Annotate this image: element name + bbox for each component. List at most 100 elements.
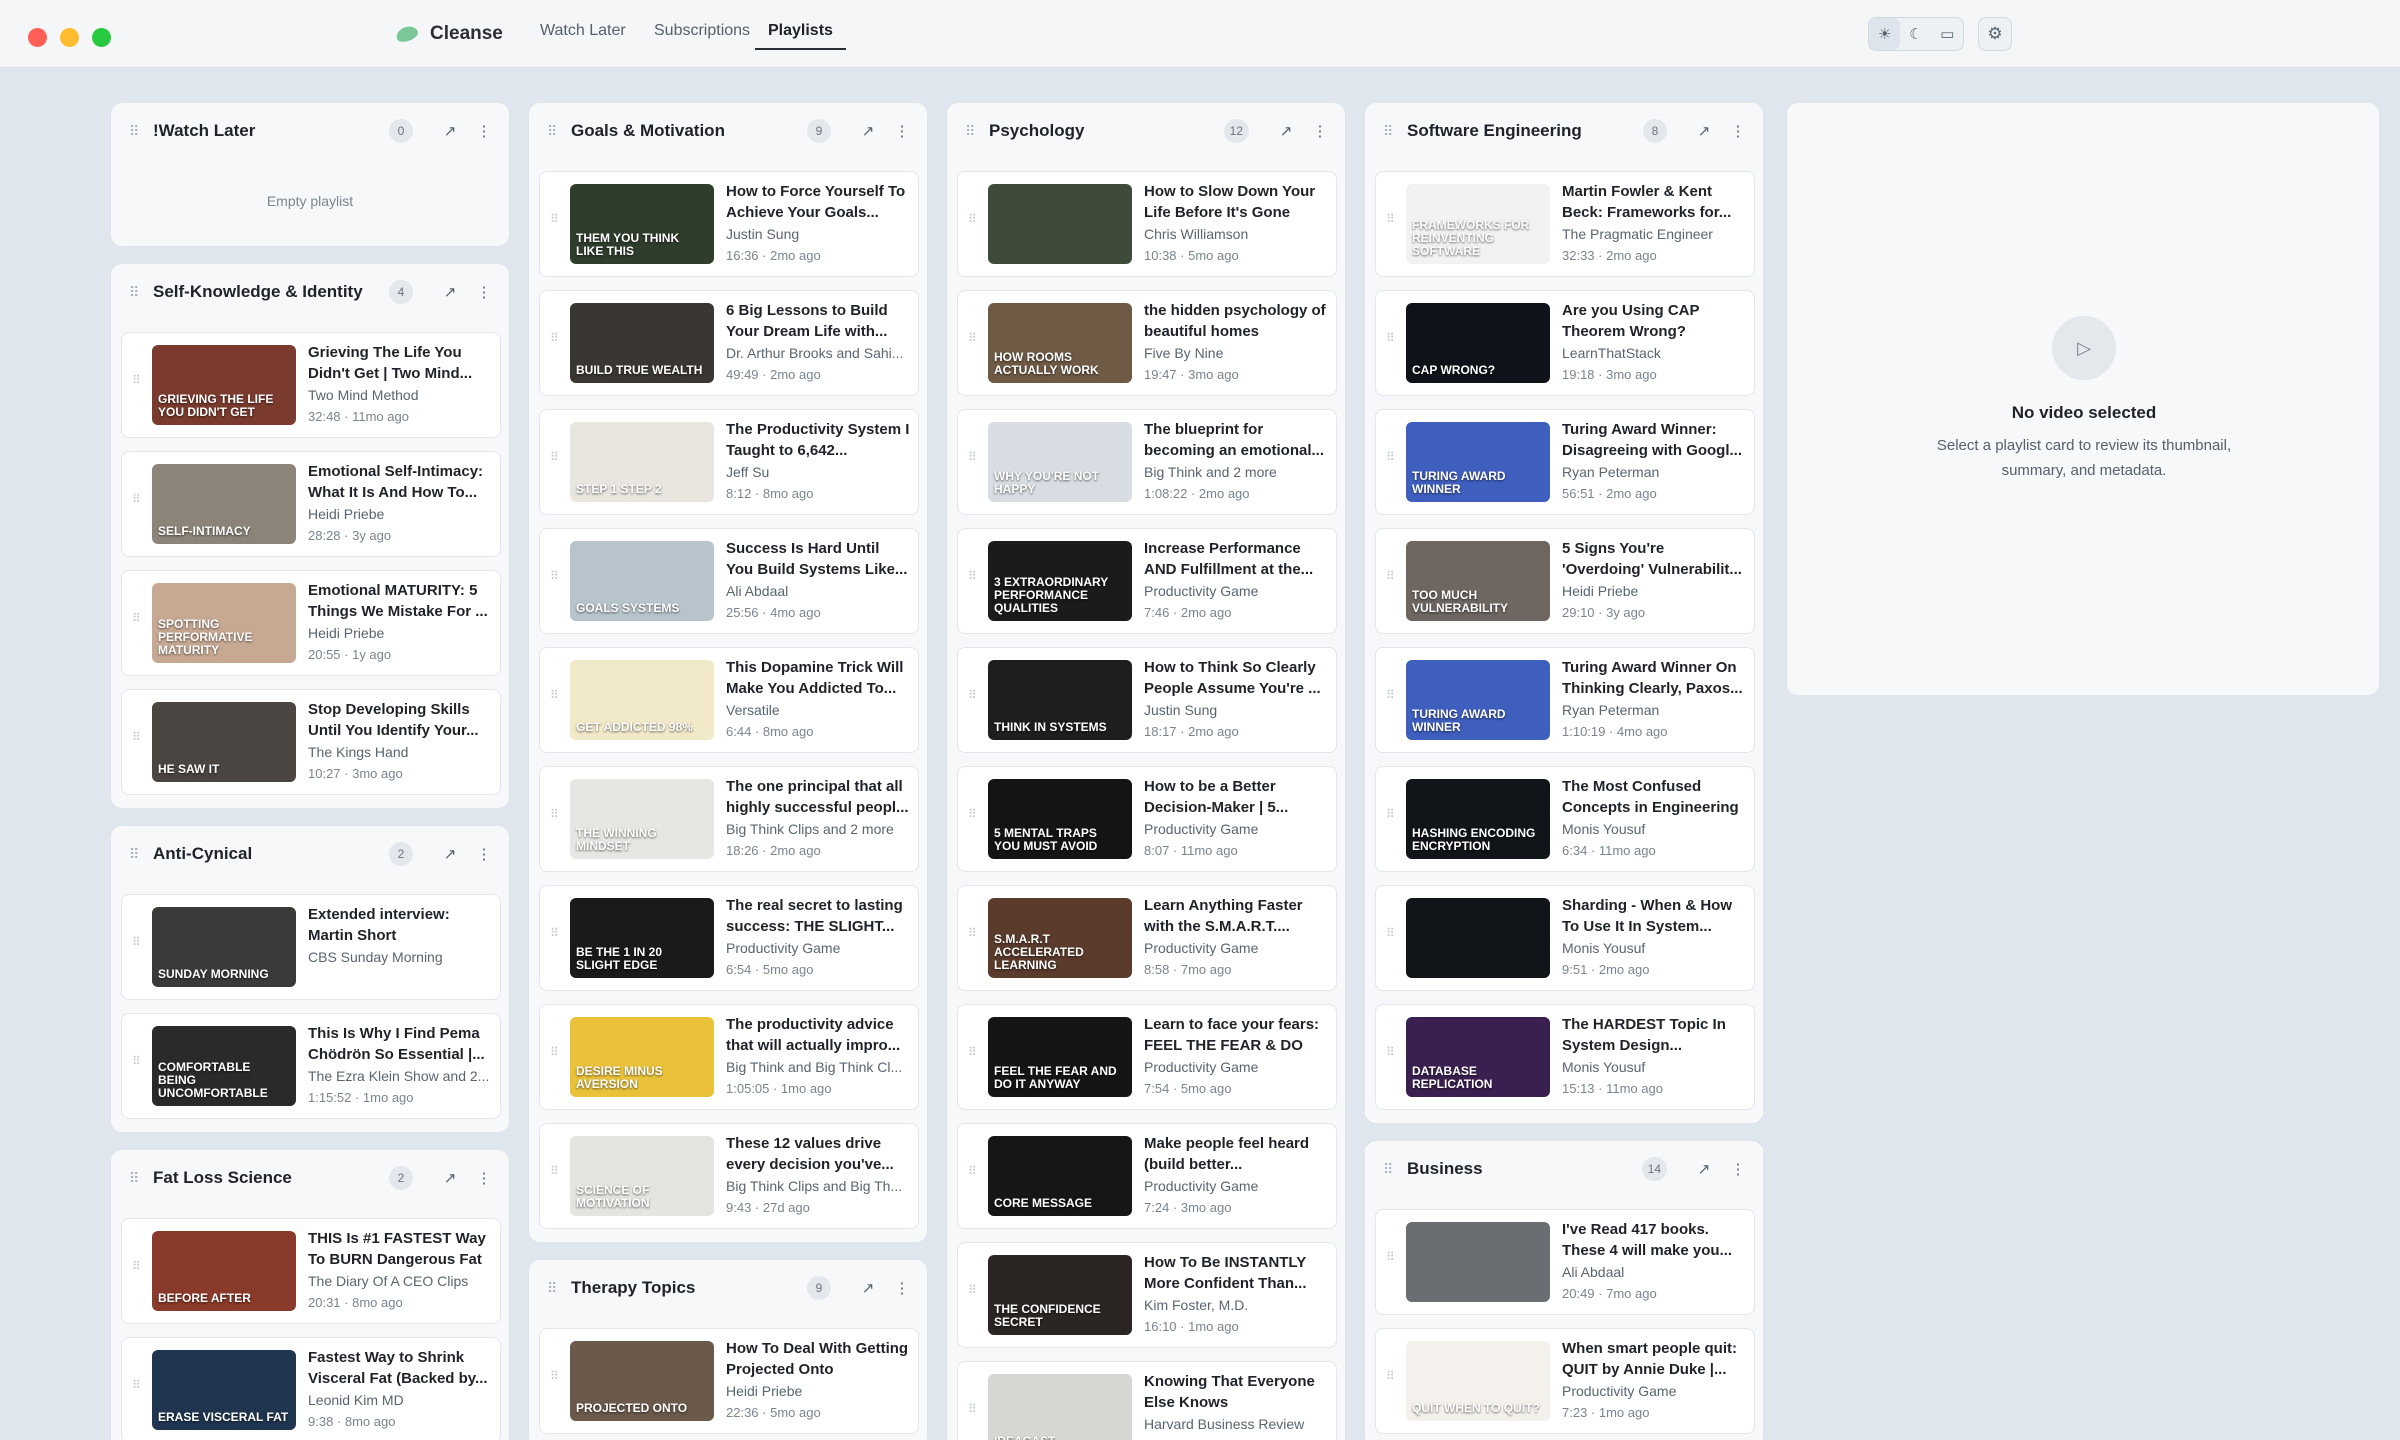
video-drag-handle-icon[interactable]: ⠿ [968, 1402, 977, 1416]
video-drag-handle-icon[interactable]: ⠿ [1386, 450, 1395, 464]
video-thumbnail[interactable]: Projected onto [570, 1341, 714, 1421]
video-thumbnail[interactable]: Feel the fear and do it anyway [988, 1017, 1132, 1097]
video-thumbnail[interactable]: Be the 1 in 20 slight edge [570, 898, 714, 978]
video-item[interactable]: ⠿ Science of motivation These 12 values dr… [539, 1123, 919, 1229]
video-item[interactable]: ⠿ Goals systems Success Is Hard Until You … [539, 528, 919, 634]
video-drag-handle-icon[interactable]: ⠿ [968, 1045, 977, 1059]
video-drag-handle-icon[interactable]: ⠿ [132, 1378, 141, 1392]
video-drag-handle-icon[interactable]: ⠿ [1386, 1369, 1395, 1383]
video-drag-handle-icon[interactable]: ⠿ [550, 450, 559, 464]
open-external-icon[interactable]: ↗ [857, 120, 879, 142]
playlist-card[interactable]: ⠿ Fat Loss Science 2 ↗ ⋮ ⠿ before after THIS Is… [110, 1149, 510, 1440]
tab-playlists[interactable]: Playlists [755, 22, 846, 50]
tab-watch-later[interactable]: Watch Later [540, 22, 626, 50]
video-drag-handle-icon[interactable]: ⠿ [968, 807, 977, 821]
video-item[interactable]: ⠿ He saw it Stop Developing Skills Until Y… [121, 689, 501, 795]
video-drag-handle-icon[interactable]: ⠿ [132, 611, 141, 625]
video-thumbnail[interactable]: Hashing Encoding Encryption [1406, 779, 1550, 859]
video-item[interactable]: ⠿ The winning mindset The one principal th… [539, 766, 919, 872]
video-drag-handle-icon[interactable]: ⠿ [968, 331, 977, 345]
drag-handle-icon[interactable]: ⠿ [547, 123, 571, 140]
video-thumbnail[interactable]: CAP wrong? [1406, 303, 1550, 383]
video-thumbnail[interactable]: He saw it [152, 702, 296, 782]
video-thumbnail[interactable]: The winning mindset [570, 779, 714, 859]
video-item[interactable]: ⠿ Database replication The HARDEST Topic I… [1375, 1004, 1755, 1110]
sun-icon[interactable]: ☀ [1869, 18, 1901, 50]
playlist-card[interactable]: ⠿ Software Engineering 8 ↗ ⋮ ⠿ Frameworks for … [1364, 102, 1764, 1124]
video-drag-handle-icon[interactable]: ⠿ [1386, 212, 1395, 226]
video-drag-handle-icon[interactable]: ⠿ [1386, 807, 1395, 821]
video-item[interactable]: ⠿ The confidence secret How To Be INSTANTL… [957, 1242, 1337, 1348]
tab-subscriptions[interactable]: Subscriptions [654, 22, 750, 50]
video-thumbnail[interactable]: how rooms actually work [988, 303, 1132, 383]
video-item[interactable]: ⠿ How to Slow Down Your Life Before It's … [957, 171, 1337, 277]
video-item[interactable]: ⠿ Think in systems How to Think So Clearly… [957, 647, 1337, 753]
video-thumbnail[interactable]: IdeaCast [988, 1374, 1132, 1440]
video-item[interactable]: ⠿ Core message Make people feel heard (bui… [957, 1123, 1337, 1229]
video-thumbnail[interactable]: Sunday Morning [152, 907, 296, 987]
video-drag-handle-icon[interactable]: ⠿ [550, 569, 559, 583]
video-item[interactable]: ⠿ Step 1 Step 2 The Productivity System I … [539, 409, 919, 515]
video-drag-handle-icon[interactable]: ⠿ [1386, 1250, 1395, 1264]
video-drag-handle-icon[interactable]: ⠿ [550, 331, 559, 345]
playlist-card[interactable]: ⠿ Goals & Motivation 9 ↗ ⋮ ⠿ Them you think li… [528, 102, 928, 1243]
more-options-icon[interactable]: ⋮ [1309, 120, 1331, 142]
video-item[interactable]: ⠿ Sharding - When & How To Use It In Syst… [1375, 885, 1755, 991]
video-item[interactable]: ⠿ S.M.A.R.T accelerated learning Learn Any… [957, 885, 1337, 991]
video-item[interactable]: ⠿ Turing Award Winner Turing Award Winner:… [1375, 409, 1755, 515]
close-window-button[interactable] [28, 28, 47, 47]
video-thumbnail[interactable]: Erase visceral fat [152, 1350, 296, 1430]
video-thumbnail[interactable]: Too much vulnerability [1406, 541, 1550, 621]
video-thumbnail[interactable]: Them you think like this [570, 184, 714, 264]
video-drag-handle-icon[interactable]: ⠿ [550, 926, 559, 940]
open-external-icon[interactable]: ↗ [439, 1167, 461, 1189]
video-item[interactable]: ⠿ Quit when to quit? When smart people qui… [1375, 1328, 1755, 1434]
video-drag-handle-icon[interactable]: ⠿ [550, 807, 559, 821]
video-drag-handle-icon[interactable]: ⠿ [968, 1283, 977, 1297]
video-thumbnail[interactable]: Science of motivation [570, 1136, 714, 1216]
video-drag-handle-icon[interactable]: ⠿ [968, 212, 977, 226]
video-drag-handle-icon[interactable]: ⠿ [968, 450, 977, 464]
video-item[interactable]: ⠿ 5 mental traps you must avoid How to be … [957, 766, 1337, 872]
video-item[interactable]: ⠿ IdeaCast Knowing That Everyone Else Know… [957, 1361, 1337, 1440]
video-thumbnail[interactable]: Build true wealth [570, 303, 714, 383]
video-thumbnail[interactable]: Frameworks for reinventing software [1406, 184, 1550, 264]
more-options-icon[interactable]: ⋮ [473, 120, 495, 142]
video-thumbnail[interactable]: The confidence secret [988, 1255, 1132, 1335]
video-drag-handle-icon[interactable]: ⠿ [968, 926, 977, 940]
video-drag-handle-icon[interactable]: ⠿ [968, 688, 977, 702]
video-thumbnail[interactable]: before after [152, 1231, 296, 1311]
video-thumbnail[interactable]: Comfortable being uncomfortable [152, 1026, 296, 1106]
video-drag-handle-icon[interactable]: ⠿ [132, 730, 141, 744]
more-options-icon[interactable]: ⋮ [891, 120, 913, 142]
more-options-icon[interactable]: ⋮ [473, 281, 495, 303]
video-thumbnail[interactable]: S.M.A.R.T accelerated learning [988, 898, 1132, 978]
video-item[interactable]: ⠿ Sunday Morning Extended interview: Marti… [121, 894, 501, 1000]
video-thumbnail[interactable]: 5 mental traps you must avoid [988, 779, 1132, 859]
playlist-card[interactable]: ⠿ Anti-Cynical 2 ↗ ⋮ ⠿ Sunday Morning Extended … [110, 825, 510, 1133]
drag-handle-icon[interactable]: ⠿ [129, 284, 153, 301]
video-thumbnail[interactable]: Grieving the life you didn't get [152, 345, 296, 425]
video-item[interactable]: ⠿ Erase visceral fat Fastest Way to Shrink… [121, 1337, 501, 1440]
open-external-icon[interactable]: ↗ [857, 1277, 879, 1299]
moon-icon[interactable]: ☾ [1900, 18, 1931, 50]
video-drag-handle-icon[interactable]: ⠿ [550, 212, 559, 226]
video-item[interactable]: ⠿ Hashing Encoding Encryption The Most Con… [1375, 766, 1755, 872]
video-item[interactable]: ⠿ Spotting performative maturity Emotional… [121, 570, 501, 676]
more-options-icon[interactable]: ⋮ [1727, 120, 1749, 142]
video-thumbnail[interactable]: Database replication [1406, 1017, 1550, 1097]
video-drag-handle-icon[interactable]: ⠿ [550, 688, 559, 702]
video-thumbnail[interactable]: Turing Award Winner [1406, 422, 1550, 502]
more-options-icon[interactable]: ⋮ [891, 1277, 913, 1299]
video-item[interactable]: ⠿ before after THIS Is #1 FASTEST Way To B… [121, 1218, 501, 1324]
video-drag-handle-icon[interactable]: ⠿ [1386, 926, 1395, 940]
video-thumbnail[interactable] [1406, 898, 1550, 978]
video-thumbnail[interactable]: Turing Award Winner [1406, 660, 1550, 740]
open-external-icon[interactable]: ↗ [1275, 120, 1297, 142]
monitor-icon[interactable]: ▭ [1932, 18, 1963, 50]
playlist-card[interactable]: ⠿ !Watch Later 0 ↗ ⋮ Empty playlist [110, 102, 510, 247]
video-item[interactable]: ⠿ Desire minus aversion The productivity a… [539, 1004, 919, 1110]
video-drag-handle-icon[interactable]: ⠿ [550, 1164, 559, 1178]
video-drag-handle-icon[interactable]: ⠿ [1386, 569, 1395, 583]
video-item[interactable]: ⠿ Self-intimacy Emotional Self-Intimacy: W… [121, 451, 501, 557]
